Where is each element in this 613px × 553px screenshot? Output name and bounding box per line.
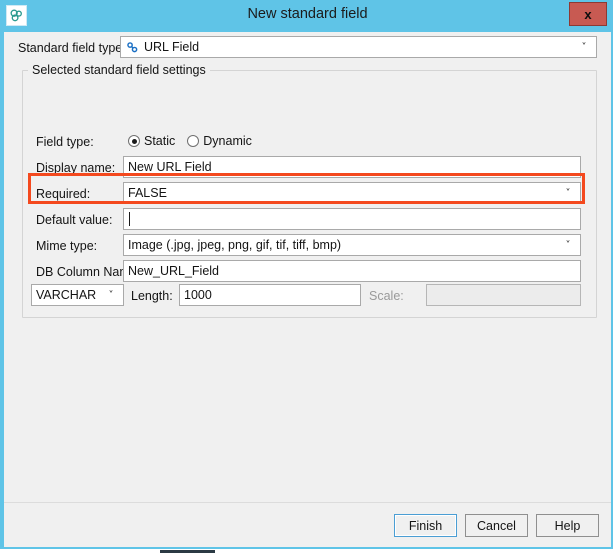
default-value-input[interactable] [123, 208, 581, 230]
dialog-window: New standard field x Standard field type… [0, 0, 613, 549]
standard-field-type-row: Standard field type: URL Field ˅ [4, 32, 611, 66]
field-type-label: Field type: [36, 135, 94, 149]
radio-static-label: Static [144, 134, 175, 148]
cancel-button[interactable]: Cancel [465, 514, 528, 537]
link-icon [126, 41, 139, 54]
required-select[interactable]: FALSE ˅ [123, 182, 581, 204]
radio-dynamic-indicator [187, 135, 199, 147]
standard-field-type-label: Standard field type: [18, 41, 126, 55]
db-type-select[interactable]: VARCHAR ˅ [31, 284, 124, 306]
chevron-down-icon: ˅ [102, 290, 120, 301]
scale-label: Scale: [369, 289, 404, 303]
db-type-value: VARCHAR [36, 288, 102, 302]
standard-field-type-value: URL Field [144, 40, 575, 54]
desktop-bottom-strip [0, 549, 613, 553]
window-title: New standard field [1, 6, 613, 22]
group-legend: Selected standard field settings [28, 63, 210, 77]
radio-dynamic[interactable]: Dynamic [187, 134, 252, 148]
display-name-input[interactable]: New URL Field [123, 156, 581, 178]
text-caret [129, 212, 130, 226]
button-bar: Finish Cancel Help [4, 502, 611, 547]
display-name-label: Display name: [36, 161, 115, 175]
dialog-body: Standard field type: URL Field ˅ Selecte… [4, 32, 611, 547]
title-bar: New standard field x [1, 1, 613, 30]
finish-button[interactable]: Finish [394, 514, 457, 537]
field-type-radio-group: Static Dynamic [128, 134, 252, 148]
length-label: Length: [131, 289, 173, 303]
chevron-down-icon: ˅ [559, 188, 577, 199]
scale-input [426, 284, 581, 306]
length-input[interactable]: 1000 [179, 284, 361, 306]
mime-type-select[interactable]: Image (.jpg, jpeg, png, gif, tif, tiff, … [123, 234, 581, 256]
db-column-name-input[interactable]: New_URL_Field [123, 260, 581, 282]
radio-dynamic-label: Dynamic [203, 134, 252, 148]
close-button[interactable]: x [569, 2, 607, 26]
default-value-label: Default value: [36, 213, 112, 227]
help-button[interactable]: Help [536, 514, 599, 537]
mime-type-label: Mime type: [36, 239, 97, 253]
mime-type-value: Image (.jpg, jpeg, png, gif, tif, tiff, … [128, 238, 559, 252]
chevron-down-icon: ˅ [559, 240, 577, 251]
chevron-down-icon: ˅ [575, 42, 593, 53]
radio-static-indicator [128, 135, 140, 147]
radio-static[interactable]: Static [128, 134, 175, 148]
required-label: Required: [36, 187, 90, 201]
required-value: FALSE [128, 186, 559, 200]
standard-field-type-select[interactable]: URL Field ˅ [120, 36, 597, 58]
